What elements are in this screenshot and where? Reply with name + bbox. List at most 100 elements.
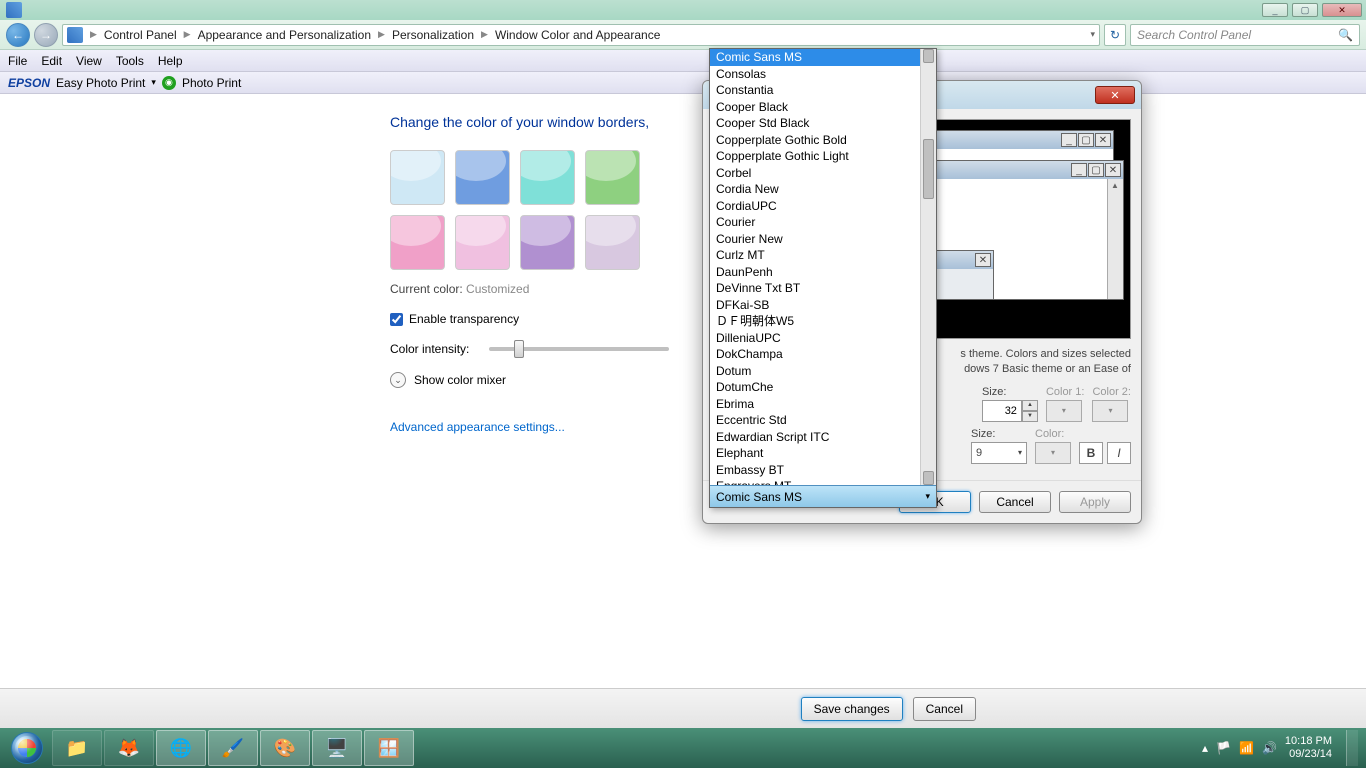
font-option[interactable]: Elephant [710,445,936,462]
scroll-up-icon[interactable] [923,49,934,63]
back-button[interactable]: ← [6,23,30,47]
save-changes-button[interactable]: Save changes [801,697,903,721]
minimize-button[interactable]: _ [1262,3,1288,17]
size-spinbox-1[interactable]: ▲▼ [982,400,1038,422]
color1-dropdown[interactable] [1046,400,1082,422]
crumb-appearance[interactable]: Appearance and Personalization [194,28,375,42]
font-option[interactable]: Edwardian Script ITC [710,429,936,446]
taskbar-personalization[interactable]: 🖥️ [312,730,362,766]
scroll-thumb[interactable] [923,139,934,199]
font-option[interactable]: Curlz MT [710,247,936,264]
flag-icon[interactable]: 🏳️ [1216,741,1231,755]
font-option[interactable]: Cooper Black [710,99,936,116]
color-swatch[interactable] [390,215,445,270]
taskbar-paint[interactable]: 🎨 [260,730,310,766]
font-option[interactable]: Copperplate Gothic Light [710,148,936,165]
network-icon[interactable]: 📶 [1239,741,1254,755]
taskbar[interactable]: 📁 🦊 🌐 🖌️ 🎨 🖥️ 🪟 ▴ 🏳️ 📶 🔊 10:18 PM 09/23/… [0,728,1366,768]
refresh-button[interactable]: ↻ [1104,24,1126,46]
clock[interactable]: 10:18 PM 09/23/14 [1285,735,1332,761]
epson-photo-print[interactable]: Photo Print [182,76,241,90]
font-option[interactable]: Corbel [710,165,936,182]
color-swatch[interactable] [520,150,575,205]
font-option[interactable]: DFKai-SB [710,297,936,314]
menu-tools[interactable]: Tools [116,54,144,68]
chevron-down-icon[interactable]: ▾ [1090,29,1095,40]
chevron-down-icon[interactable]: ▾ [151,77,156,88]
font-option[interactable]: Consolas [710,66,936,83]
font-option[interactable]: Cooper Std Black [710,115,936,132]
system-tray[interactable]: ▴ 🏳️ 📶 🔊 10:18 PM 09/23/14 [1202,730,1362,766]
color2-dropdown[interactable] [1092,400,1128,422]
font-option[interactable]: Dotum [710,363,936,380]
forward-button[interactable]: → [34,23,58,47]
color-swatch[interactable] [520,215,575,270]
breadcrumb[interactable]: ▶ Control Panel ▶ Appearance and Persona… [62,24,1100,46]
chevron-right-icon: ▶ [87,29,100,40]
color-swatch[interactable] [455,215,510,270]
spin-down-icon[interactable]: ▼ [1022,411,1038,422]
cancel-button[interactable]: Cancel [913,697,976,721]
italic-button[interactable]: I [1107,442,1131,464]
font-dropdown-list[interactable]: Comic Sans MSConsolasConstantiaCooper Bl… [709,48,937,508]
font-option[interactable]: Courier [710,214,936,231]
color-swatch[interactable] [585,150,640,205]
close-button[interactable]: ✕ [1322,3,1362,17]
start-button[interactable] [4,730,50,766]
cancel-button[interactable]: Cancel [979,491,1051,513]
color-intensity-slider[interactable] [489,347,669,351]
menu-view[interactable]: View [76,54,102,68]
color-swatch[interactable] [585,215,640,270]
font-option[interactable]: Constantia [710,82,936,99]
apply-button[interactable]: Apply [1059,491,1131,513]
menu-help[interactable]: Help [158,54,183,68]
font-list-scrollbar[interactable] [920,49,936,485]
menu-file[interactable]: File [8,54,27,68]
font-option[interactable]: DotumChe [710,379,936,396]
color-swatch[interactable] [455,150,510,205]
show-desktop-button[interactable] [1346,730,1358,766]
crumb-control-panel[interactable]: Control Panel [100,28,181,42]
slider-thumb[interactable] [514,340,524,358]
font-option[interactable]: ＤＦ明朝体W5 [710,313,936,330]
enable-transparency-checkbox[interactable] [390,313,403,326]
search-input[interactable]: Search Control Panel 🔍 [1130,24,1360,46]
font-option[interactable]: Ebrima [710,396,936,413]
taskbar-chrome[interactable]: 🌐 [156,730,206,766]
font-option[interactable]: DaunPenh [710,264,936,281]
volume-icon[interactable]: 🔊 [1262,741,1277,755]
epson-easy-photo[interactable]: Easy Photo Print [56,76,145,90]
advanced-appearance-link[interactable]: Advanced appearance settings... [390,420,565,434]
dialog-close-button[interactable]: ✕ [1095,86,1135,104]
spin-up-icon[interactable]: ▲ [1022,400,1038,411]
font-option[interactable]: DokChampa [710,346,936,363]
search-icon[interactable]: 🔍 [1338,28,1353,42]
font-option[interactable]: Eccentric Std [710,412,936,429]
font-option[interactable]: Engravers MT [710,478,936,485]
expand-mixer-button[interactable]: ⌄ [390,372,406,388]
crumb-personalization[interactable]: Personalization [388,28,478,42]
tray-expand-icon[interactable]: ▴ [1202,741,1208,755]
font-dropdown-selected[interactable]: Comic Sans MS ▾ [710,485,936,507]
taskbar-control-panel[interactable]: 🪟 [364,730,414,766]
font-option[interactable]: Cordia New [710,181,936,198]
taskbar-explorer[interactable]: 📁 [52,730,102,766]
font-option[interactable]: Comic Sans MS [710,49,936,66]
color-swatch[interactable] [390,150,445,205]
crumb-window-color[interactable]: Window Color and Appearance [491,28,664,42]
font-option[interactable]: DeVinne Txt BT [710,280,936,297]
font-option[interactable]: Copperplate Gothic Bold [710,132,936,149]
maximize-button[interactable]: ▢ [1292,3,1318,17]
font-option[interactable]: Courier New [710,231,936,248]
font-size-dropdown[interactable]: 9▾ [971,442,1027,464]
taskbar-firefox[interactable]: 🦊 [104,730,154,766]
scroll-down-icon[interactable] [923,471,934,485]
menu-edit[interactable]: Edit [41,54,62,68]
font-option[interactable]: CordiaUPC [710,198,936,215]
bold-button[interactable]: B [1079,442,1103,464]
font-option[interactable]: DilleniaUPC [710,330,936,347]
font-color-dropdown[interactable] [1035,442,1071,464]
font-option[interactable]: Embassy BT [710,462,936,479]
taskbar-app[interactable]: 🖌️ [208,730,258,766]
size-input-1[interactable] [982,400,1022,422]
